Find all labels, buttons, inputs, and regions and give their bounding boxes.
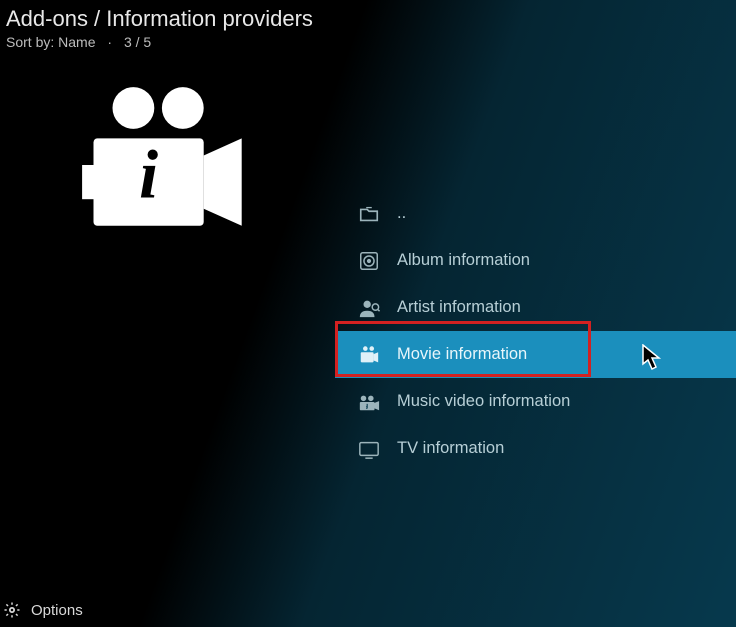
music-video-icon bbox=[355, 391, 383, 413]
gear-icon bbox=[3, 601, 21, 619]
sort-status: Sort by: Name · 3 / 5 bbox=[6, 34, 730, 50]
list-item-label: Movie information bbox=[397, 345, 527, 364]
list-item-label: Artist information bbox=[397, 298, 521, 317]
category-icon: i bbox=[65, 70, 255, 265]
list-item-tv[interactable]: TV information bbox=[335, 425, 736, 472]
folder-icon bbox=[355, 203, 383, 225]
position-indicator: 3 / 5 bbox=[124, 34, 151, 50]
list-item-artist[interactable]: Artist information bbox=[335, 284, 736, 331]
movie-icon bbox=[355, 344, 383, 366]
list-item-parent[interactable]: .. bbox=[335, 190, 736, 237]
options-button[interactable]: Options bbox=[3, 601, 83, 619]
list-item-label: TV information bbox=[397, 439, 504, 458]
list-item-music-video[interactable]: Music video information bbox=[335, 378, 736, 425]
category-list: .. Album information Arti bbox=[335, 190, 736, 472]
list-item-label: .. bbox=[397, 204, 406, 223]
page-title: Add-ons / Information providers bbox=[6, 6, 730, 32]
list-item-movie[interactable]: Movie information bbox=[335, 331, 736, 378]
options-label: Options bbox=[31, 602, 83, 619]
list-item-album[interactable]: Album information bbox=[335, 237, 736, 284]
list-item-label: Album information bbox=[397, 251, 530, 270]
svg-text:i: i bbox=[139, 136, 158, 212]
album-icon bbox=[355, 250, 383, 272]
sort-label[interactable]: Sort by: Name bbox=[6, 34, 95, 50]
separator: · bbox=[107, 34, 112, 50]
artist-icon bbox=[355, 297, 383, 319]
tv-icon bbox=[355, 438, 383, 460]
list-item-label: Music video information bbox=[397, 392, 570, 411]
